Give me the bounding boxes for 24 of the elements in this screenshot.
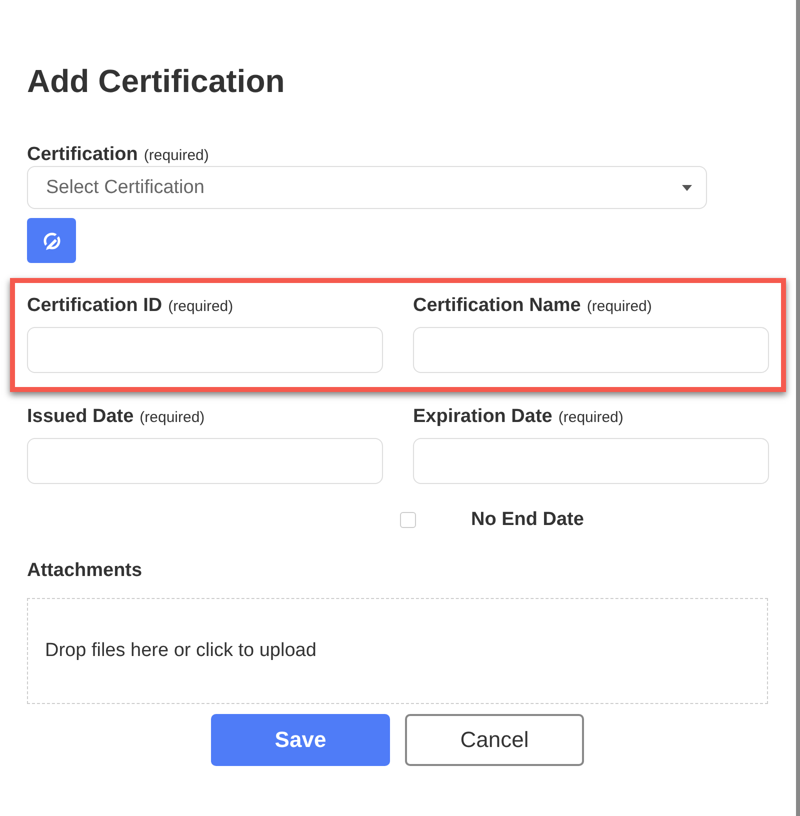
field-label: Certification ID (27, 295, 162, 317)
required-hint: (required) (586, 298, 652, 315)
field-label: Certification (27, 144, 138, 166)
required-hint: (required) (144, 147, 209, 164)
required-hint: (required) (168, 298, 234, 315)
dialog-title: Add Certification (27, 62, 286, 101)
certification-select[interactable]: Select Certification (27, 166, 707, 209)
field-label: Certification Name (413, 295, 581, 317)
caret-icon (682, 184, 692, 190)
refresh-button[interactable] (27, 218, 76, 263)
cancel-button[interactable]: Cancel (405, 714, 584, 766)
input-field[interactable] (27, 327, 383, 373)
required-hint: (required) (558, 409, 624, 426)
date-field[interactable] (413, 438, 769, 484)
field-label: Issued Date (27, 406, 134, 428)
save-button[interactable]: Save (211, 714, 390, 766)
checkbox-label: No End Date (471, 509, 584, 531)
checkbox[interactable] (400, 512, 416, 528)
file-dropzone[interactable]: Drop files here or click to upload (27, 598, 768, 704)
field-label: Expiration Date (413, 406, 552, 428)
input-field[interactable] (413, 327, 769, 373)
required-hint: (required) (140, 409, 205, 426)
date-field[interactable] (27, 438, 383, 484)
section-label: Attachments (27, 560, 144, 583)
